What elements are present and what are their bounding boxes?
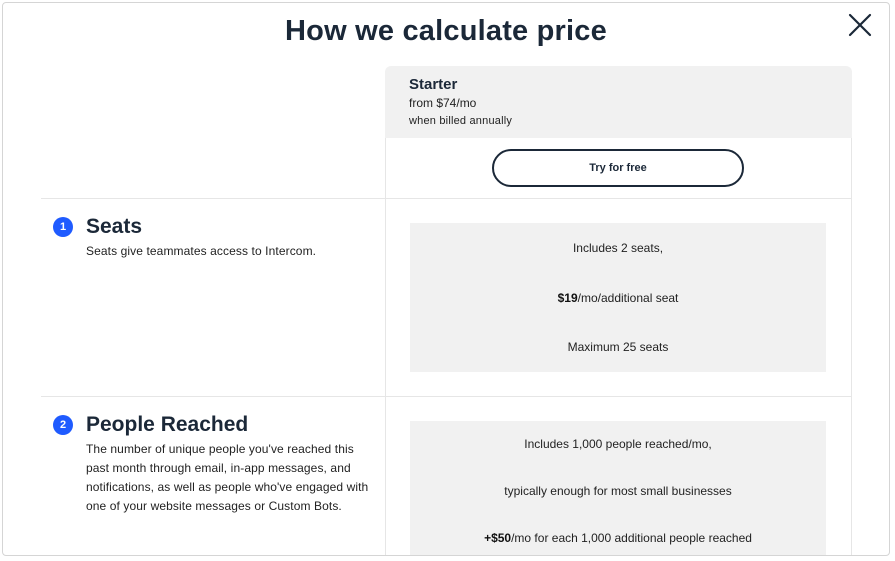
seats-maximum-text: Maximum 25 seats	[567, 340, 669, 355]
plan-price: from $74/mo	[409, 96, 477, 110]
people-typical-text: typically enough for most small business…	[504, 484, 732, 498]
section-number-badge: 1	[53, 217, 73, 237]
plan-billing-note: when billed annually	[409, 115, 513, 127]
people-reached-details-panel: Includes 1,000 people reached/mo, typica…	[410, 421, 826, 555]
seats-details-panel: Includes 2 seats, $19/mo/additional seat…	[410, 223, 826, 372]
people-included-text: Includes 1,000 people reached/mo,	[524, 437, 712, 452]
modal-title: How we calculate price	[285, 15, 607, 47]
people-additional-price: +$50/mo for each 1,000 additional people…	[484, 530, 752, 545]
pricing-modal: How we calculate price Starter from $74/…	[2, 2, 890, 556]
plan-name: Starter	[409, 76, 458, 93]
seats-included-text: Includes 2 seats,	[572, 240, 664, 255]
try-for-free-button[interactable]: Try for free	[492, 149, 744, 187]
section-number-badge: 2	[53, 415, 73, 435]
section-description-people-reached: The number of unique people you've reach…	[86, 442, 369, 513]
row-divider-2	[41, 396, 851, 397]
section-title-people-reached: People Reached	[86, 413, 249, 436]
column-divider-right	[851, 138, 852, 555]
close-button[interactable]	[847, 12, 873, 38]
close-icon	[848, 13, 872, 37]
row-divider-1	[41, 198, 851, 199]
seats-additional-price: $19/mo/additional seat	[557, 290, 679, 305]
plan-header: Starter from $74/mo when billed annually	[385, 66, 852, 138]
column-divider-left	[385, 138, 386, 555]
section-description-seats: Seats give teammates access to Intercom.	[86, 244, 317, 258]
section-title-seats: Seats	[86, 215, 143, 238]
